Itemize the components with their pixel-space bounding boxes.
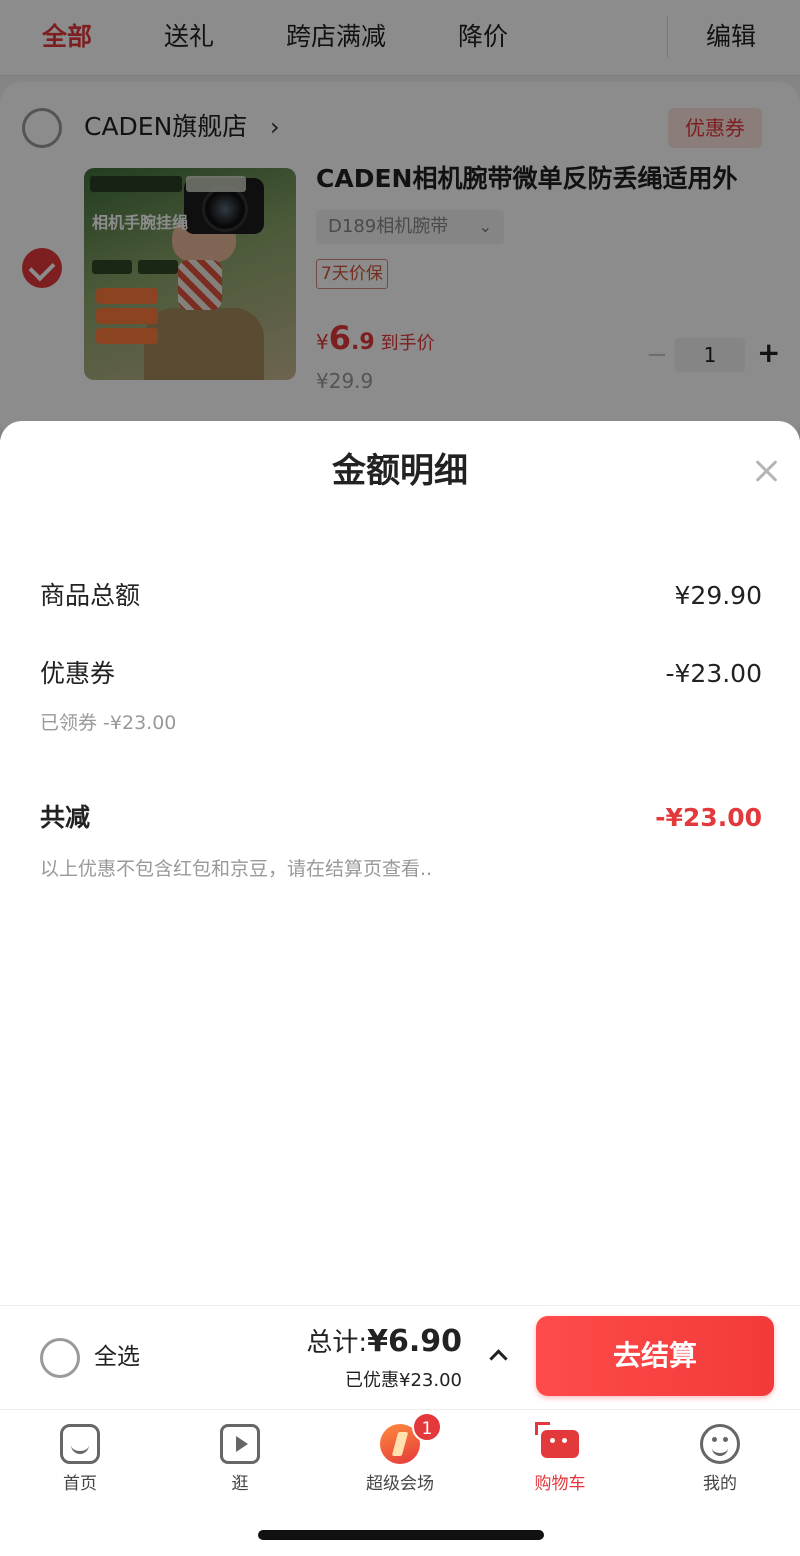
total-reduction-label: 共减: [40, 803, 91, 832]
amount-details-sheet: 金额明细 商品总额 ¥29.90 优惠券 -¥23.00 已领券 -¥23.00…: [0, 421, 800, 1305]
smiley-icon: [700, 1424, 740, 1464]
tab-stroll[interactable]: 逛: [180, 1418, 300, 1498]
chevron-up-icon[interactable]: [488, 1346, 508, 1366]
checkout-button[interactable]: 去结算: [536, 1316, 774, 1396]
goods-total-label: 商品总额: [40, 581, 141, 610]
discount-note: 以上优惠不包含红包和京豆，请在结算页查看..: [40, 858, 433, 880]
home-icon: [60, 1424, 100, 1464]
notification-badge: 1: [412, 1412, 442, 1442]
total-price: 总计:¥6.90: [306, 1322, 462, 1363]
total-reduction-value: -¥23.00: [655, 803, 762, 832]
total-label: 总计:: [306, 1328, 368, 1358]
tab-super-venue[interactable]: 1 超级会场: [340, 1412, 460, 1498]
tab-label: 购物车: [534, 1474, 586, 1494]
tab-label: 首页: [63, 1474, 97, 1494]
cart-icon: [535, 1422, 579, 1458]
checkout-bar: 全选 总计:¥6.90 已优惠¥23.00 去结算: [0, 1305, 800, 1409]
close-icon[interactable]: [752, 457, 780, 485]
tab-label: 我的: [703, 1474, 737, 1494]
home-indicator: [258, 1530, 544, 1540]
goods-total-value: ¥29.90: [674, 581, 762, 610]
select-all-label[interactable]: 全选: [94, 1340, 140, 1374]
coupon-label: 优惠券: [40, 659, 116, 688]
coupon-detail: 已领券 -¥23.00: [40, 712, 177, 734]
tab-label: 逛: [231, 1474, 249, 1494]
tab-profile[interactable]: 我的: [660, 1418, 780, 1498]
sheet-title: 金额明细: [332, 451, 468, 491]
saved-amount: 已优惠¥23.00: [345, 1370, 462, 1391]
tab-cart[interactable]: 购物车: [500, 1418, 620, 1498]
modal-overlay[interactable]: [0, 0, 800, 440]
tab-label: 超级会场: [366, 1474, 434, 1494]
select-all-radio[interactable]: [40, 1338, 80, 1378]
play-icon: [220, 1424, 260, 1464]
total-amount: ¥6.90: [367, 1324, 462, 1359]
coupon-value: -¥23.00: [665, 659, 763, 688]
tab-home[interactable]: 首页: [20, 1418, 140, 1498]
